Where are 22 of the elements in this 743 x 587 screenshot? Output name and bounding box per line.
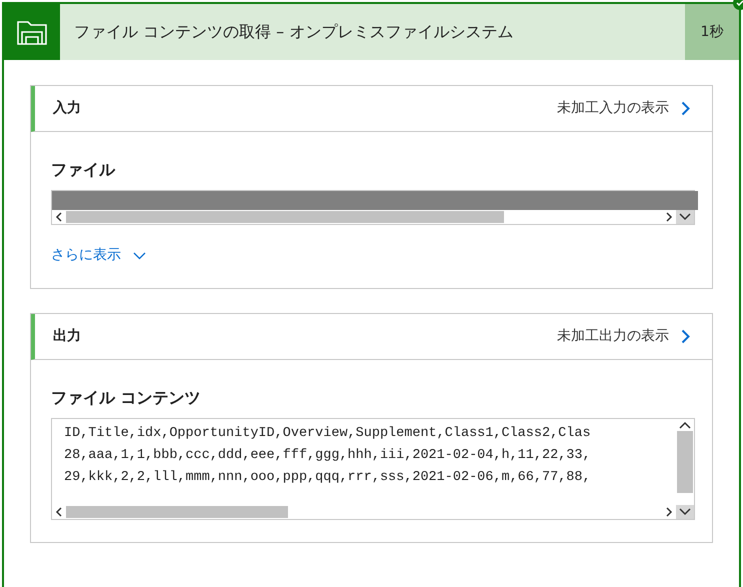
scrollbar-thumb[interactable] bbox=[66, 211, 504, 223]
field-label: ファイル コンテンツ bbox=[51, 387, 202, 409]
section-heading: 入力 bbox=[53, 99, 81, 118]
duration-label: 1秒 bbox=[685, 4, 739, 60]
scroll-up-icon[interactable] bbox=[679, 419, 691, 431]
scrollbar-thumb[interactable] bbox=[66, 506, 288, 518]
scroll-down-icon[interactable] bbox=[676, 505, 694, 519]
chevron-right-icon bbox=[681, 329, 690, 344]
file-content-line: 28,aaa,1,1,bbb,ccc,ddd,eee,fff,ggg,hhh,iii,2021-02-04,h,11,22,33, bbox=[64, 447, 592, 465]
file-content-line: 29,kkk,2,2,lll,mmm,nnn,ooo,ppp,qqq,rrr,sss,2021-02-06,m,66,77,88, bbox=[64, 469, 592, 487]
card-header[interactable]: ファイル コンテンツの取得 – オンプレミスファイルシステム 1秒 bbox=[4, 4, 739, 60]
scroll-down-icon[interactable] bbox=[676, 210, 694, 224]
field-label: ファイル bbox=[51, 159, 116, 181]
file-content-line: ID,Title,idx,OpportunityID,Overview,Supplement,Class1,Class2,Clas bbox=[64, 425, 592, 443]
raw-view-link[interactable]: 未加工出力の表示 bbox=[557, 326, 690, 347]
scrollbar-thumb[interactable] bbox=[677, 431, 693, 493]
show-more-link[interactable]: さらに表示 bbox=[51, 245, 146, 266]
chevron-right-icon bbox=[681, 101, 690, 116]
raw-view-link[interactable]: 未加工入力の表示 bbox=[557, 98, 690, 119]
chevron-down-icon bbox=[133, 252, 146, 260]
card-title: ファイル コンテンツの取得 – オンプレミスファイルシステム bbox=[74, 21, 514, 43]
section-heading: 出力 bbox=[53, 327, 81, 346]
